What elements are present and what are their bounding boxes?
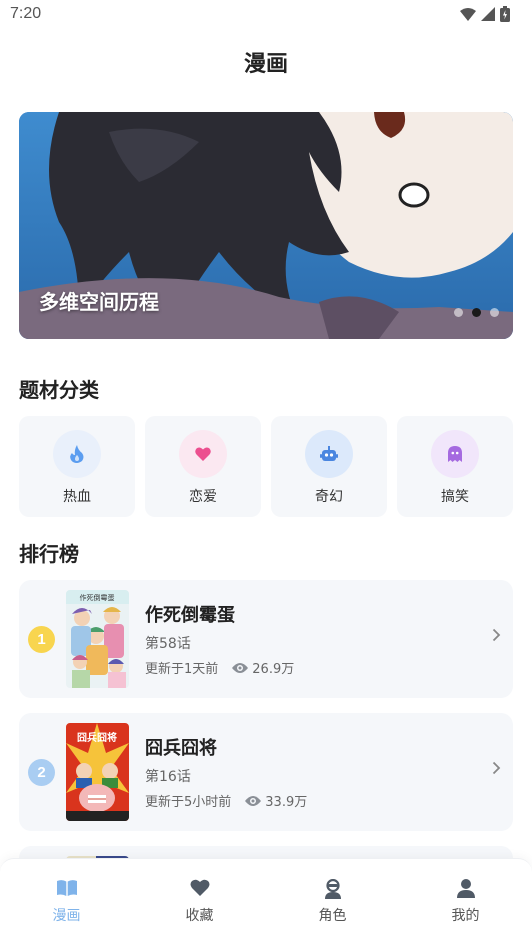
comic-updated: 更新于1天前 [145,662,219,677]
genre-label: 奇幻 [315,489,343,505]
ranking-item[interactable]: 2 囧兵囧将 囧兵囧将 第16话 更新于5小时前 33.9万 [19,713,513,831]
status-bar: 7:20 [0,0,532,30]
tab-profile[interactable]: 我的 [399,859,532,946]
ghost-icon [448,446,462,462]
tab-label: 我的 [451,908,480,924]
genre-icon-circle [53,430,101,478]
banner-carousel[interactable]: 多维空间历程 [19,112,513,339]
rank-badge: 2 [28,759,55,786]
robot-icon [320,446,338,461]
tab-comics[interactable]: 漫画 [0,859,133,946]
banner-dot[interactable] [490,308,499,317]
genre-icon-circle [431,430,479,478]
flame-icon [70,445,84,463]
comic-meta: 更新于5小时前 33.9万 [145,791,307,810]
comic-updated: 更新于5小时前 [145,795,232,810]
battery-icon [500,6,510,22]
tab-label: 收藏 [185,908,214,924]
genre-item-fantasy[interactable]: 奇幻 [271,416,387,517]
comic-episode: 第16话 [145,769,191,785]
tab-label: 漫画 [52,908,81,924]
comic-cover: 囧兵囧将 [66,723,129,821]
comic-views-count: 26.9万 [252,662,295,677]
cover-image: 囧兵囧将 [66,723,129,821]
chevron-right-icon [492,761,501,775]
comic-views: 26.9万 [232,658,294,677]
banner-title: 多维空间历程 [39,290,159,314]
genre-item-comedy[interactable]: 搞笑 [397,416,513,517]
page-title: 漫画 [243,52,288,77]
comic-episode: 第58话 [145,636,191,652]
comic-views: 33.9万 [245,791,307,810]
banner-dot[interactable] [454,308,463,317]
comic-meta: 更新于1天前 26.9万 [145,658,294,677]
chevron-right-icon [492,628,501,642]
comic-title: 囧兵囧将 [145,738,217,759]
comic-views-count: 33.9万 [265,795,308,810]
eye-icon [245,795,262,806]
status-time: 7:20 [10,5,42,22]
genre-item-action[interactable]: 热血 [19,416,135,517]
svg-text:作死倒霉蛋: 作死倒霉蛋 [80,593,115,602]
banner-dot-active[interactable] [472,308,481,317]
tab-label: 角色 [318,908,347,924]
eye-icon [232,662,249,673]
genre-section-title: 题材分类 [19,378,99,402]
ranking-item[interactable]: 1 作死倒霉蛋 作死倒霉蛋 第58话 更新于1天前 26.9万 [19,580,513,698]
heart-icon [190,879,209,896]
genre-label: 热血 [63,489,91,505]
genre-icon-circle [305,430,353,478]
genre-item-romance[interactable]: 恋爱 [145,416,261,517]
comic-title: 作死倒霉蛋 [145,605,235,626]
svg-text:囧兵囧将: 囧兵囧将 [77,731,117,744]
banner-pagination [454,308,499,317]
user-icon [456,879,475,898]
status-icons [460,6,510,22]
ranking-section-title: 排行榜 [19,542,79,566]
heart-icon [195,447,211,461]
book-icon [56,880,77,896]
tab-characters[interactable]: 角色 [266,859,399,946]
genre-label: 搞笑 [441,489,469,505]
genre-list: 热血 恋爱 奇幻 搞笑 [19,416,513,517]
tab-favorites[interactable]: 收藏 [133,859,266,946]
bottom-tab-bar: 漫画 收藏 角色 我的 [0,858,532,946]
comic-cover: 作死倒霉蛋 [66,590,129,688]
wifi-icon [460,7,476,21]
genre-icon-circle [179,430,227,478]
cover-image: 作死倒霉蛋 [66,590,129,688]
character-icon [324,879,341,899]
genre-label: 恋爱 [189,489,217,505]
signal-icon [481,7,495,21]
rank-badge: 1 [28,626,55,653]
